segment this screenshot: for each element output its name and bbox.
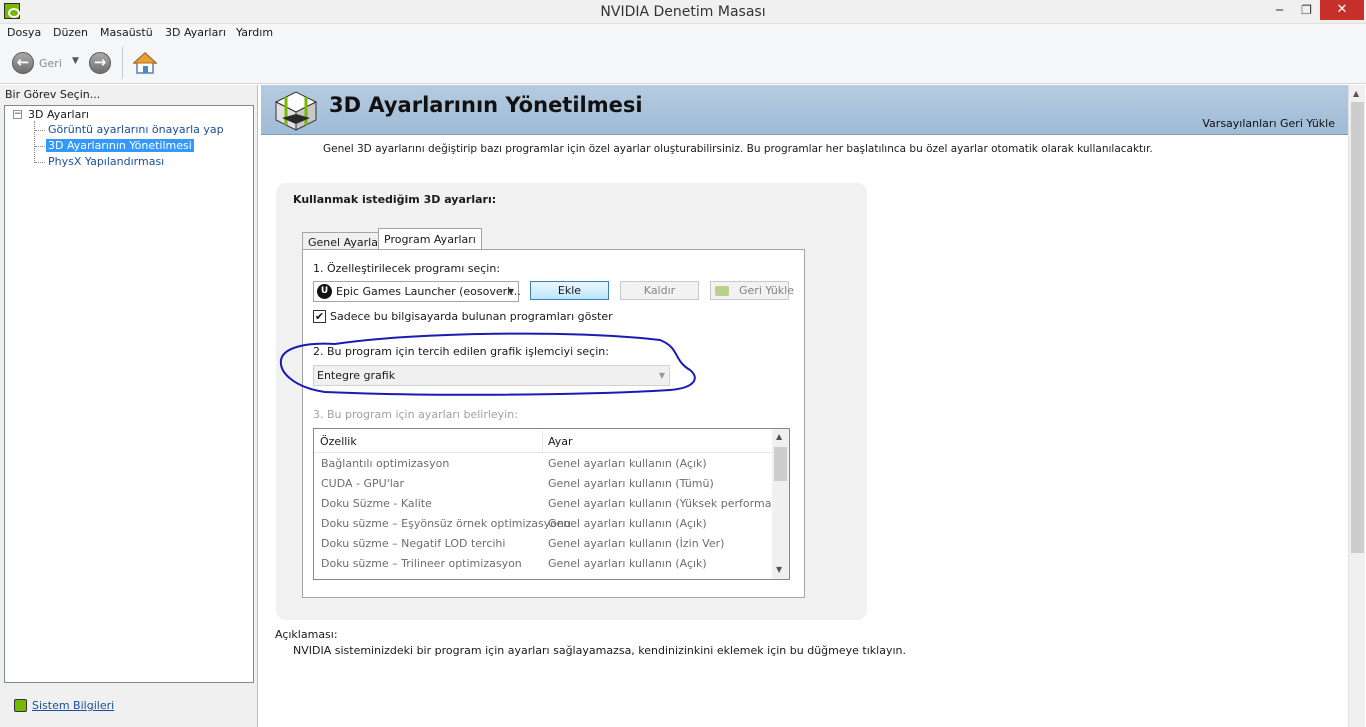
sidebar-item-physx[interactable]: PhysX Yapılandırması — [46, 155, 166, 168]
menu-help[interactable]: Yardım — [236, 26, 273, 39]
column-header-feature[interactable]: Özellik — [320, 435, 357, 448]
table-row[interactable]: Doku Süzme - Kalite Genel ayarları kulla… — [314, 494, 788, 514]
step1-label: 1. Özelleştirilecek programı seçin: — [313, 262, 501, 275]
feature-value: Genel ayarları kullanın (Yüksek performa… — [548, 497, 789, 510]
table-row[interactable]: CUDA - GPU'lar Genel ayarları kullanın (… — [314, 474, 772, 494]
nvidia-info-icon — [14, 699, 27, 712]
close-button[interactable]: ✕ — [1320, 0, 1364, 20]
feature-settings-table: Özellik Ayar Bağlantılı optimizasyon Gen… — [313, 428, 790, 580]
table-header: Özellik Ayar — [314, 429, 772, 453]
minimize-button[interactable]: ─ — [1266, 0, 1293, 20]
add-button[interactable]: Ekle — [530, 281, 609, 300]
menu-desktop[interactable]: Masaüstü — [100, 26, 153, 39]
unreal-engine-icon: U — [317, 284, 332, 299]
feature-value: Genel ayarları kullanın (Açık) — [548, 557, 707, 570]
tree-connector — [34, 121, 35, 163]
back-button[interactable]: ← — [12, 52, 34, 74]
restore-button-label: Geri Yükle — [739, 284, 794, 297]
column-header-setting[interactable]: Ayar — [548, 435, 573, 448]
task-pane-title: Bir Görev Seçin... — [5, 88, 101, 101]
task-tree: − 3D Ayarları Görüntü ayarlarını önayarl… — [4, 105, 254, 683]
maximize-button[interactable]: ❐ — [1293, 0, 1320, 20]
task-pane: Bir Görev Seçin... − 3D Ayarları Görüntü… — [0, 85, 258, 727]
title-bar: NVIDIA Denetim Masası ─ ❐ ✕ — [0, 0, 1366, 24]
restore-button[interactable]: Geri Yükle — [710, 281, 794, 300]
program-settings-panel: 1. Özelleştirilecek programı seçin: U Ep… — [302, 249, 805, 598]
page-scrollbar[interactable]: ▲ — [1348, 85, 1365, 727]
table-scrollbar[interactable]: ▲ ▼ — [772, 429, 789, 579]
feature-name: Doku süzme – Negatif LOD tercihi — [321, 537, 506, 550]
content-pane: 3D Ayarlarının Yönetilmesi Varsayılanlar… — [259, 85, 1366, 727]
toolbar: ← Geri ▼ → — [0, 42, 1366, 84]
program-select-value: Epic Games Launcher (eosoverl... — [336, 285, 521, 298]
scroll-up-icon[interactable]: ▲ — [1353, 89, 1359, 98]
table-row[interactable]: Bağlantılı optimizasyon Genel ayarları k… — [314, 454, 772, 474]
forward-button[interactable]: → — [89, 52, 111, 74]
3d-cube-icon — [274, 91, 318, 131]
page-title: 3D Ayarlarının Yönetilmesi — [329, 93, 643, 117]
tab-global-settings[interactable]: Genel Ayarlar — [302, 232, 389, 250]
remove-button[interactable]: Kaldır — [620, 281, 699, 300]
tree-connector — [35, 162, 45, 163]
explanation-text: NVIDIA sisteminizdeki bir program için a… — [293, 644, 906, 657]
collapse-toggle-icon[interactable]: − — [13, 110, 22, 119]
back-label[interactable]: Geri — [39, 57, 62, 70]
menu-file[interactable]: Dosya — [7, 26, 41, 39]
home-icon[interactable] — [133, 51, 157, 75]
step2-label: 2. Bu program için tercih edilen grafik … — [313, 345, 609, 358]
system-info-link[interactable]: Sistem Bilgileri — [32, 699, 114, 712]
column-divider[interactable] — [542, 431, 543, 451]
feature-name: CUDA - GPU'lar — [321, 477, 405, 490]
feature-name: Bağlantılı optimizasyon — [321, 457, 450, 470]
chevron-down-icon: ▼ — [507, 287, 514, 296]
explanation-label: Açıklaması: — [275, 628, 338, 641]
sidebar-item-image-presets[interactable]: Görüntü ayarlarını önayarla yap — [46, 123, 226, 136]
table-row[interactable]: Doku süzme – Eşyönsüz örnek optimizasyon… — [314, 514, 772, 534]
scroll-up-icon[interactable]: ▲ — [776, 432, 782, 441]
page-description: Genel 3D ayarlarını değiştirip bazı prog… — [323, 143, 1153, 155]
table-row[interactable]: Doku süzme – Negatif LOD tercihi Genel a… — [314, 534, 772, 554]
show-installed-checkbox[interactable]: ✔ — [313, 310, 326, 323]
show-installed-label[interactable]: Sadece bu bilgisayarda bulunan programla… — [330, 310, 613, 323]
feature-value: Genel ayarları kullanın (Tümü) — [548, 477, 714, 490]
toolbar-divider — [122, 47, 123, 79]
window-title: NVIDIA Denetim Masası — [600, 4, 766, 20]
chevron-down-icon: ▼ — [658, 371, 665, 380]
step3-label: 3. Bu program için ayarları belirleyin: — [313, 408, 518, 421]
tree-connector — [35, 130, 45, 131]
menu-bar: Dosya Düzen Masaüstü 3D Ayarları Yardım — [0, 24, 1366, 42]
scrollbar-thumb[interactable] — [1351, 102, 1364, 553]
tab-program-settings[interactable]: Program Ayarları — [378, 228, 482, 250]
sidebar-item-manage-3d-settings[interactable]: 3D Ayarlarının Yönetilmesi — [46, 139, 194, 152]
feature-value: Genel ayarları kullanın (İzin Ver) — [548, 537, 725, 550]
scroll-down-icon[interactable]: ▼ — [776, 565, 782, 574]
restore-defaults-link[interactable]: Varsayılanları Geri Yükle — [1202, 117, 1335, 130]
settings-card-title: Kullanmak istediğim 3D ayarları: — [293, 193, 497, 206]
page-banner: 3D Ayarlarının Yönetilmesi Varsayılanlar… — [261, 85, 1348, 135]
tree-root-3d-settings[interactable]: 3D Ayarları — [28, 108, 89, 121]
menu-3d-settings[interactable]: 3D Ayarları — [165, 26, 226, 39]
feature-value: Genel ayarları kullanın (Açık) — [548, 517, 707, 530]
history-dropdown-icon[interactable]: ▼ — [72, 56, 79, 66]
feature-name: Doku Süzme - Kalite — [321, 497, 432, 510]
feature-value: Genel ayarları kullanın (Açık) — [548, 457, 707, 470]
gpu-select[interactable]: Entegre grafik ▼ — [313, 365, 670, 386]
settings-card: Kullanmak istediğim 3D ayarları: Genel A… — [276, 183, 867, 620]
table-row[interactable]: Doku süzme – Trilineer optimizasyon Gene… — [314, 554, 772, 574]
program-select[interactable]: U Epic Games Launcher (eosoverl... ▼ — [313, 281, 521, 302]
tree-connector — [35, 146, 45, 147]
table-scrollbar-thumb[interactable] — [774, 447, 787, 481]
menu-edit[interactable]: Düzen — [53, 26, 88, 39]
gpu-select-value: Entegre grafik — [317, 369, 396, 382]
nvidia-logo-icon — [715, 286, 729, 296]
feature-name: Doku süzme – Eşyönsüz örnek optimizasyon… — [321, 517, 571, 530]
feature-name: Doku süzme – Trilineer optimizasyon — [321, 557, 522, 570]
